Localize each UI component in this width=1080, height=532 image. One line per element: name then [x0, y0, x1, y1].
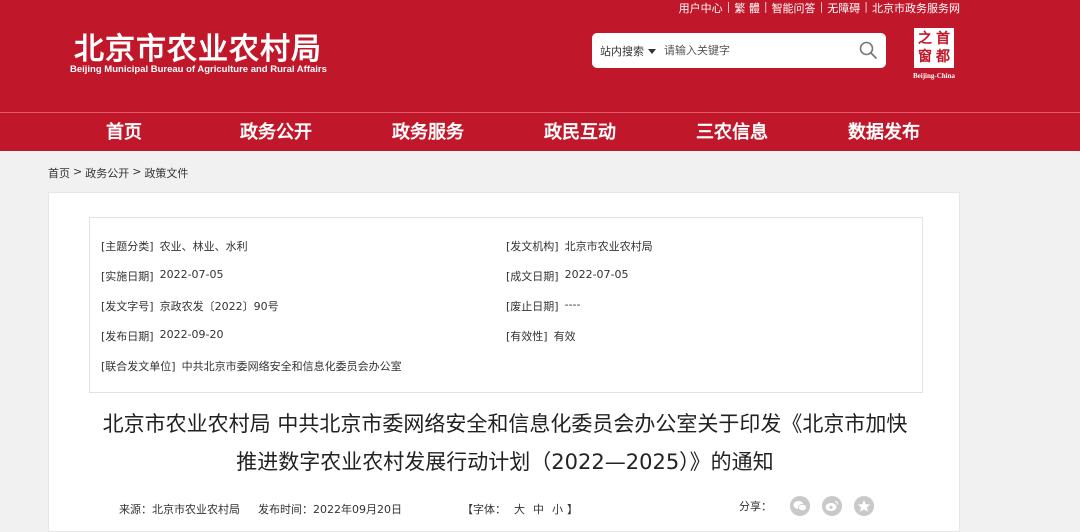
favorite-share-button[interactable] [854, 496, 874, 516]
link-accessibility[interactable]: 无障碍 [827, 0, 860, 15]
meta-issuer: [发文机构] 北京市农业农村局 [506, 238, 653, 254]
meta-value: 中共北京市委网络安全和信息化委员会办公室 [181, 360, 402, 373]
meta-theme: [主题分类] 农业、林业、水利 [101, 238, 248, 254]
seal-box: 之 首 窗 都 [914, 28, 954, 68]
meta-value: 农业、林业、水利 [159, 240, 248, 253]
font-size-large[interactable]: 大 [514, 501, 525, 517]
meta-doc-number: [发文字号] 京政农发〔2022〕90号 [101, 298, 279, 314]
meta-impl-date: [实施日期] 2022-07-05 [101, 268, 224, 284]
meta-value: 2022-09-20 [159, 328, 224, 341]
meta-joint-issuer: [联合发文单位] 中共北京市委网络安全和信息化委员会办公室 [101, 358, 402, 374]
separator: | [763, 0, 768, 13]
logo-subtitle: Beijing Municipal Bureau of Agriculture … [70, 64, 327, 75]
top-links: 用户中心 | 繁 體 | 智能问答 | 无障碍 | 北京市政务服务网 [679, 0, 960, 15]
font-size-label: 【字体： [462, 503, 506, 516]
meta-label: [发文机构] [506, 240, 559, 253]
source-label: 来源： [119, 503, 152, 516]
breadcrumb-policy-docs[interactable]: 政策文件 [144, 165, 188, 181]
search-scope-label: 站内搜索 [600, 45, 644, 58]
weibo-icon [825, 500, 839, 511]
share-bar: 分享： [739, 496, 874, 516]
font-size-end: 】 [567, 503, 578, 516]
search-icon [859, 41, 877, 59]
meta-label: [有效性] [506, 330, 548, 343]
seal-char: 之 [918, 31, 932, 47]
breadcrumb-separator: > [73, 165, 83, 178]
meta-validity: [有效性] 有效 [506, 328, 576, 344]
breadcrumb: 首页 > 政务公开 > 政策文件 [48, 165, 188, 181]
meta-value: 有效 [553, 330, 576, 343]
separator: | [726, 0, 731, 13]
breadcrumb-home[interactable]: 首页 [48, 165, 70, 181]
search-box: 站内搜索 [592, 33, 886, 68]
wechat-share-button[interactable] [790, 496, 810, 516]
meta-written-date: [成文日期] 2022-07-05 [506, 268, 629, 284]
search-input[interactable] [664, 40, 844, 60]
article-title-line: 推进数字农业农村发展行动计划（2022—2025）》的通知 [236, 450, 774, 474]
meta-label: [联合发文单位] [101, 360, 176, 373]
capital-window-logo[interactable]: 之 首 窗 都 Beijing-China [908, 28, 960, 80]
font-size-medium[interactable]: 中 [533, 501, 544, 517]
source-value: 北京市农业农村局 [152, 503, 240, 516]
link-user-center[interactable]: 用户中心 [679, 0, 723, 15]
nav-gov-services[interactable]: 政务服务 [352, 113, 504, 151]
main-nav: 首页 政务公开 政务服务 政民互动 三农信息 数据发布 [0, 112, 1080, 151]
meta-label: [废止日期] [506, 300, 559, 313]
meta-label: [主题分类] [101, 240, 154, 253]
meta-abolish-date: [废止日期] ---- [506, 298, 580, 314]
seal-caption: Beijing-China [912, 72, 955, 80]
breadcrumb-gov-affairs[interactable]: 政务公开 [85, 165, 129, 181]
logo-title[interactable]: 北京市农业农村局 [74, 24, 322, 68]
separator: | [864, 0, 868, 13]
nav-home[interactable]: 首页 [48, 113, 200, 151]
document-metadata: [主题分类] 农业、林业、水利 [发文机构] 北京市农业农村局 [实施日期] 2… [89, 217, 923, 393]
time-value: 2022年09月20日 [313, 503, 402, 516]
meta-value: ---- [564, 298, 581, 311]
separator: | [819, 0, 824, 13]
meta-publish-date: [发布日期] 2022-09-20 [101, 328, 224, 344]
meta-label: [发布日期] [101, 330, 154, 343]
article-title: 北京市农业农村局 中共北京市委网络安全和信息化委员会办公室关于印发《北京市加快 … [49, 405, 961, 481]
meta-value: 2022-07-05 [564, 268, 629, 281]
time-label: 发布时间： [258, 503, 313, 516]
nav-agri-info[interactable]: 三农信息 [656, 113, 808, 151]
article-title-line: 北京市农业农村局 中共北京市委网络安全和信息化委员会办公室关于印发《北京市加快 [102, 412, 908, 436]
weibo-share-button[interactable] [822, 496, 842, 516]
search-button[interactable] [858, 40, 878, 60]
wechat-icon [793, 501, 807, 512]
nav-data-release[interactable]: 数据发布 [808, 113, 960, 151]
seal-char: 首 [936, 31, 950, 47]
caret-down-icon [648, 48, 656, 54]
meta-label: [发文字号] [101, 300, 154, 313]
nav-interaction[interactable]: 政民互动 [504, 113, 656, 151]
article-info-bar: 来源： 北京市农业农村局 发布时间： 2022年09月20日 【字体： 大 中 … [119, 501, 578, 517]
meta-value: 北京市农业农村局 [564, 240, 653, 253]
font-size-small[interactable]: 小 [552, 501, 563, 517]
meta-value: 京政农发〔2022〕90号 [159, 300, 279, 313]
link-smart-qa[interactable]: 智能问答 [772, 0, 816, 15]
meta-label: [成文日期] [506, 270, 559, 283]
nav-gov-affairs[interactable]: 政务公开 [200, 113, 352, 151]
breadcrumb-separator: > [132, 165, 142, 178]
seal-char: 窗 [918, 49, 932, 65]
seal-char: 都 [936, 49, 950, 65]
article-container: [主题分类] 农业、林业、水利 [发文机构] 北京市农业农村局 [实施日期] 2… [48, 192, 960, 532]
meta-label: [实施日期] [101, 270, 154, 283]
search-scope-dropdown[interactable]: 站内搜索 [600, 43, 656, 59]
link-traditional[interactable]: 繁 體 [734, 0, 760, 15]
site-header: 用户中心 | 繁 體 | 智能问答 | 无障碍 | 北京市政务服务网 北京市农业… [0, 0, 1080, 112]
share-label: 分享： [739, 500, 772, 513]
link-gov-service[interactable]: 北京市政务服务网 [872, 0, 960, 15]
meta-value: 2022-07-05 [159, 268, 224, 281]
star-icon [857, 500, 871, 512]
